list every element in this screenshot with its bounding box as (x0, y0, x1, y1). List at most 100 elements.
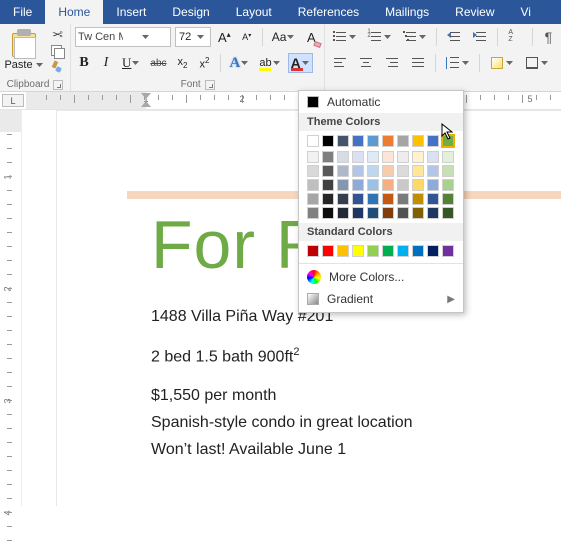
more-colors-item[interactable]: More Colors... (299, 266, 463, 288)
color-swatch[interactable] (367, 193, 379, 205)
clipboard-dialog-launcher[interactable] (53, 80, 63, 90)
color-swatch[interactable] (412, 179, 424, 191)
automatic-color-item[interactable]: Automatic (299, 91, 463, 113)
doc-line-2[interactable]: $1,550 per month (151, 384, 541, 409)
doc-line-3[interactable]: Spanish-style condo in great location (151, 411, 541, 436)
tab-mailings[interactable]: Mailings (372, 0, 442, 24)
color-swatch[interactable] (352, 135, 364, 147)
color-swatch[interactable] (427, 207, 439, 219)
color-swatch[interactable] (322, 179, 334, 191)
numbering-button[interactable] (364, 27, 395, 47)
color-swatch[interactable] (322, 151, 334, 163)
font-size-combo[interactable]: 72 (175, 27, 211, 47)
color-swatch[interactable] (337, 207, 349, 219)
align-center-button[interactable] (355, 53, 377, 73)
color-swatch[interactable] (367, 151, 379, 163)
color-swatch[interactable] (307, 165, 319, 177)
doc-body[interactable]: 1488 Villa Piña Way #201 2 bed 1.5 bath … (151, 305, 541, 462)
color-swatch[interactable] (352, 193, 364, 205)
font-name-combo[interactable]: Tw Cen MT Co (75, 27, 171, 47)
align-right-button[interactable] (381, 53, 403, 73)
color-swatch[interactable] (412, 151, 424, 163)
color-swatch[interactable] (382, 193, 394, 205)
color-swatch[interactable] (367, 207, 379, 219)
chevron-down-icon[interactable] (123, 35, 168, 39)
gradient-item[interactable]: Gradient ▶ (299, 288, 463, 310)
color-swatch[interactable] (442, 135, 454, 147)
tab-references[interactable]: References (285, 0, 372, 24)
color-swatch[interactable] (307, 193, 319, 205)
sort-button[interactable] (504, 27, 526, 47)
shading-button[interactable] (486, 53, 517, 73)
color-swatch[interactable] (412, 207, 424, 219)
color-swatch[interactable] (397, 151, 409, 163)
color-swatch[interactable] (337, 245, 349, 257)
color-swatch[interactable] (382, 207, 394, 219)
color-swatch[interactable] (382, 151, 394, 163)
color-swatch[interactable] (397, 245, 409, 257)
doc-line-4[interactable]: Won’t last! Available June 1 (151, 438, 541, 463)
color-swatch[interactable] (427, 135, 439, 147)
horizontal-ruler[interactable]: 12345 (26, 92, 561, 109)
multilevel-list-button[interactable] (399, 27, 430, 47)
color-swatch[interactable] (442, 207, 454, 219)
color-swatch[interactable] (337, 193, 349, 205)
color-swatch[interactable] (412, 245, 424, 257)
color-swatch[interactable] (397, 179, 409, 191)
color-swatch[interactable] (427, 193, 439, 205)
tab-home[interactable]: Home (45, 0, 103, 24)
cut-button[interactable]: ✂ (48, 28, 66, 42)
color-swatch[interactable] (442, 151, 454, 163)
subscript-button[interactable]: x2 (174, 53, 192, 73)
tab-review[interactable]: Review (442, 0, 507, 24)
tab-selector[interactable]: L (2, 94, 24, 107)
italic-button[interactable]: I (97, 53, 115, 73)
color-swatch[interactable] (307, 245, 319, 257)
shrink-font-button[interactable]: A▾ (238, 27, 256, 47)
color-swatch[interactable] (427, 165, 439, 177)
color-swatch[interactable] (322, 193, 334, 205)
color-swatch[interactable] (442, 165, 454, 177)
doc-line-1[interactable]: 2 bed 1.5 bath 900ft2 (151, 344, 541, 370)
color-swatch[interactable] (382, 245, 394, 257)
line-spacing-button[interactable] (442, 53, 473, 73)
format-painter-button[interactable] (48, 60, 66, 74)
color-swatch[interactable] (397, 165, 409, 177)
color-swatch[interactable] (427, 245, 439, 257)
color-swatch[interactable] (367, 245, 379, 257)
color-swatch[interactable] (322, 245, 334, 257)
color-swatch[interactable] (322, 135, 334, 147)
color-swatch[interactable] (307, 207, 319, 219)
highlight-button[interactable]: ab (256, 53, 283, 73)
color-swatch[interactable] (337, 179, 349, 191)
align-left-button[interactable] (329, 53, 351, 73)
color-swatch[interactable] (322, 207, 334, 219)
color-swatch[interactable] (352, 179, 364, 191)
color-swatch[interactable] (337, 165, 349, 177)
color-swatch[interactable] (442, 179, 454, 191)
bold-button[interactable]: B (75, 53, 93, 73)
color-swatch[interactable] (382, 165, 394, 177)
change-case-button[interactable]: Aa (269, 27, 299, 47)
color-swatch[interactable] (322, 165, 334, 177)
color-swatch[interactable] (442, 193, 454, 205)
color-swatch[interactable] (442, 245, 454, 257)
grow-font-button[interactable]: A▴ (215, 27, 234, 47)
bullets-button[interactable] (329, 27, 360, 47)
color-swatch[interactable] (397, 207, 409, 219)
increase-indent-button[interactable] (469, 27, 491, 47)
color-swatch[interactable] (307, 135, 319, 147)
font-color-button[interactable]: A (288, 53, 313, 73)
borders-button[interactable] (521, 53, 552, 73)
font-dialog-launcher[interactable] (205, 80, 215, 90)
color-swatch[interactable] (412, 165, 424, 177)
show-hide-button[interactable]: ¶ (539, 27, 557, 47)
strikethrough-button[interactable]: abc (147, 53, 169, 73)
paste-button[interactable]: Paste (4, 26, 44, 72)
color-swatch[interactable] (427, 151, 439, 163)
chevron-down-icon[interactable] (193, 35, 207, 39)
color-swatch[interactable] (337, 151, 349, 163)
tab-file[interactable]: File (0, 0, 45, 24)
color-swatch[interactable] (382, 135, 394, 147)
text-effects-button[interactable]: A (227, 53, 253, 73)
